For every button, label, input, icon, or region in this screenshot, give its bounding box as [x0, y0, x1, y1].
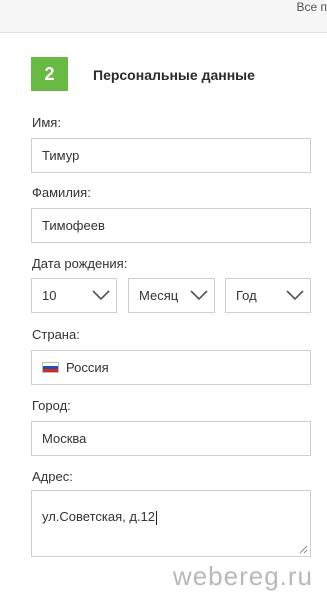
- flag-stripe-red: [43, 368, 58, 372]
- first-name-label: Имя:: [32, 115, 61, 130]
- chevron-down-icon: [92, 290, 110, 301]
- birth-date-label: Дата рождения:: [32, 256, 128, 271]
- section-title: Персональные данные: [93, 67, 255, 83]
- address-label: Адрес:: [32, 469, 73, 484]
- resize-handle-icon[interactable]: [299, 545, 308, 554]
- text-cursor: [156, 510, 158, 525]
- country-select[interactable]: Россия: [31, 350, 311, 385]
- day-value: 10: [42, 288, 57, 303]
- city-label: Город:: [32, 398, 71, 413]
- month-value: Месяц: [139, 288, 179, 303]
- country-label: Страна:: [32, 327, 80, 342]
- last-name-label: Фамилия:: [32, 185, 91, 200]
- top-bar: Все п: [0, 0, 327, 33]
- russia-flag-icon: [42, 362, 59, 373]
- country-value: Россия: [66, 360, 109, 375]
- year-select[interactable]: Год: [225, 278, 311, 313]
- address-value: ул.Советская, д.12: [42, 509, 156, 524]
- section-header: 2 Персональные данные: [31, 57, 321, 93]
- watermark: webereg.ru: [172, 561, 313, 591]
- city-input[interactable]: Москва: [31, 421, 311, 456]
- month-select[interactable]: Месяц: [128, 278, 215, 313]
- step-badge: 2: [31, 57, 68, 91]
- all-link[interactable]: Все п: [296, 0, 327, 14]
- address-textarea[interactable]: ул.Советская, д.12: [31, 490, 311, 557]
- last-name-value: Тимофеев: [42, 218, 105, 233]
- day-select[interactable]: 10: [31, 278, 117, 313]
- city-value: Москва: [42, 431, 87, 446]
- first-name-input[interactable]: Тимур: [31, 138, 311, 173]
- first-name-value: Тимур: [42, 148, 80, 163]
- year-value: Год: [236, 288, 257, 303]
- last-name-input[interactable]: Тимофеев: [31, 208, 311, 243]
- chevron-down-icon: [286, 290, 304, 301]
- chevron-down-icon: [190, 290, 208, 301]
